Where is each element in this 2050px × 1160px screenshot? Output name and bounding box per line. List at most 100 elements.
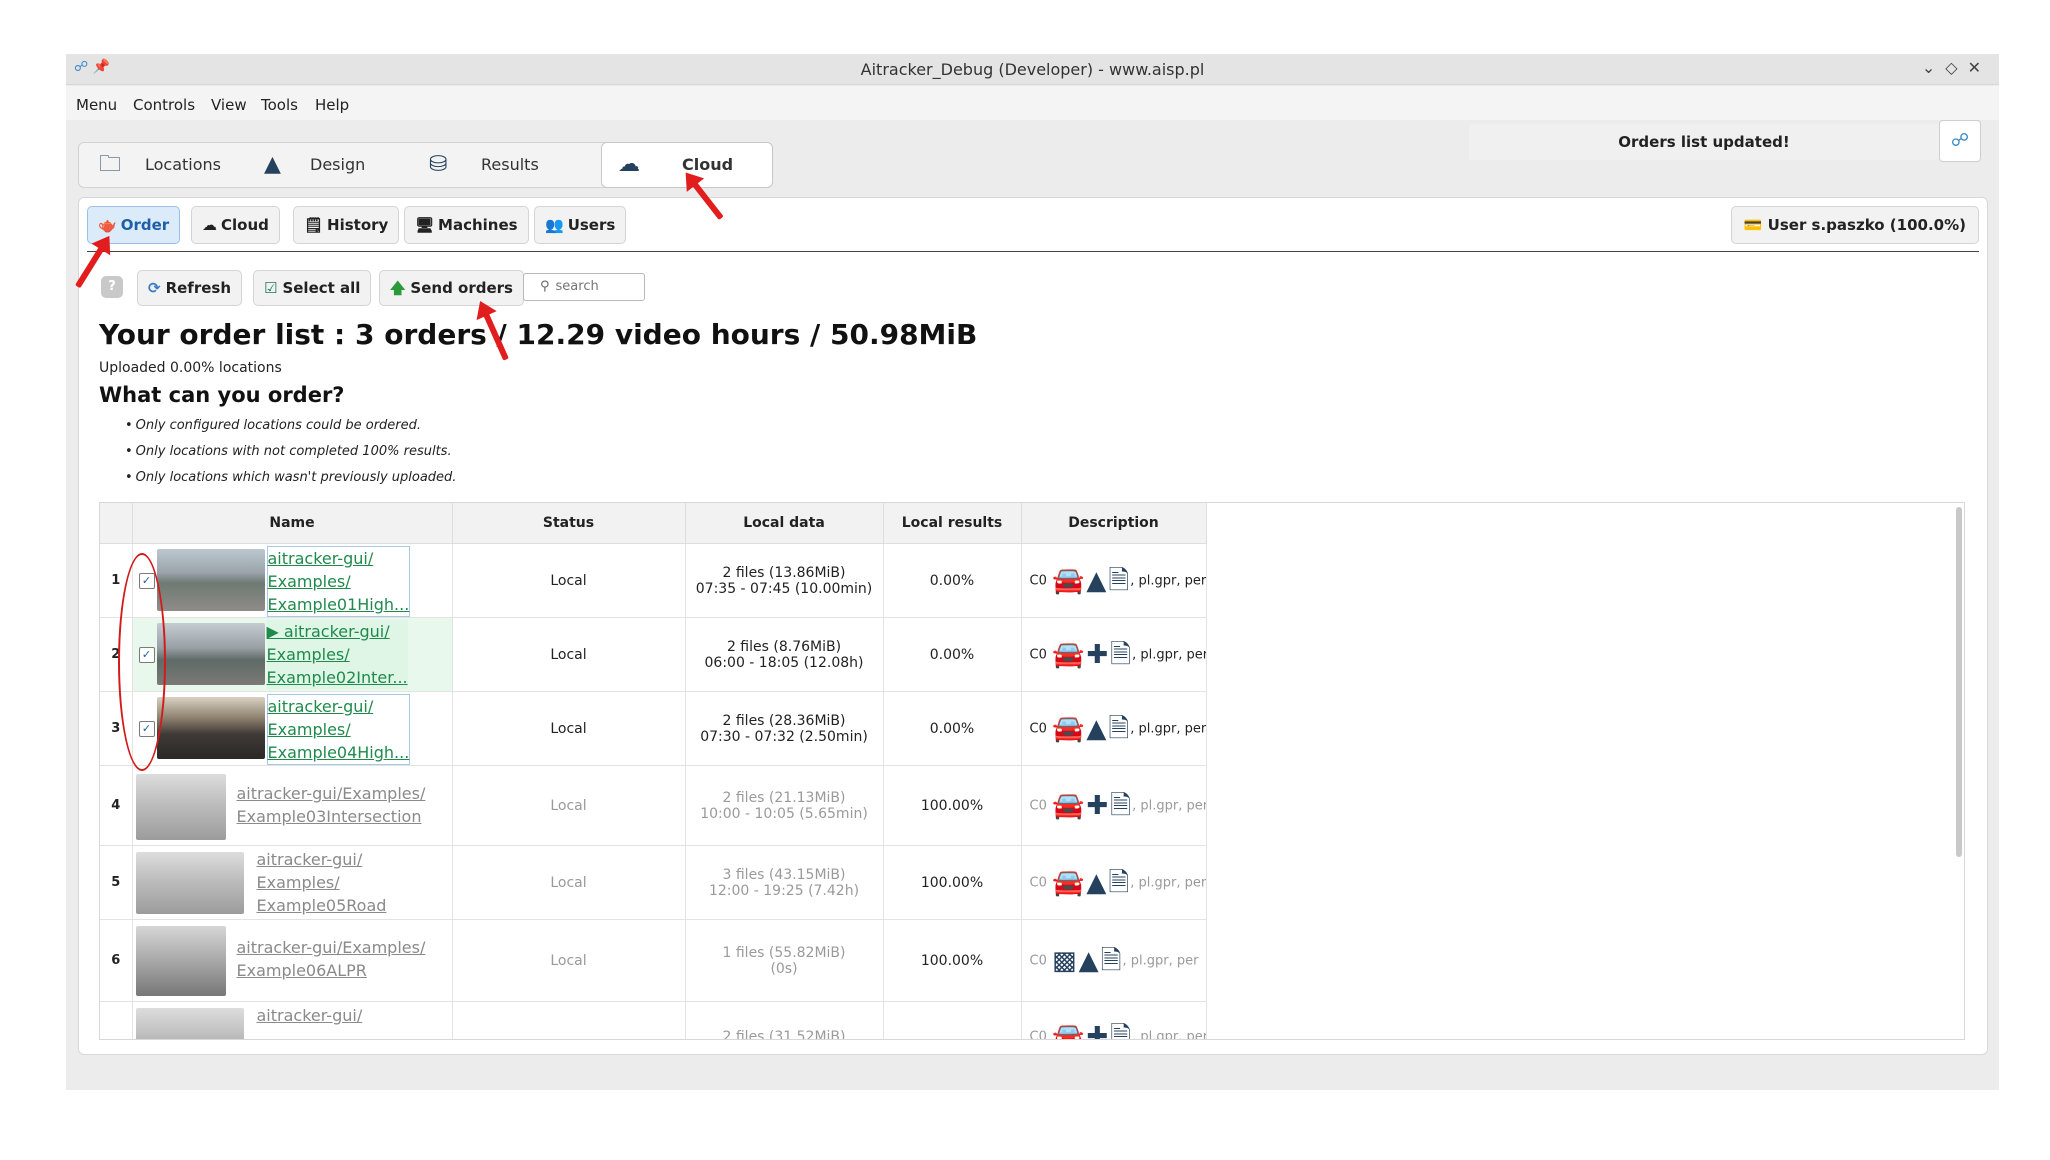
- location-link[interactable]: aitracker-gui/ Examples/ Example01High..…: [266, 546, 411, 617]
- location-name-cell: ✓ ▶ aitracker-gui/ Examples/ Example02In…: [132, 617, 453, 692]
- subtab-history[interactable]: 🗒 History: [293, 206, 400, 244]
- search-icon: ⚲: [540, 279, 550, 294]
- video-thumbnail: [156, 549, 265, 611]
- menu-item-help[interactable]: Help: [315, 96, 349, 114]
- rule-item: Only locations which wasn't previously u…: [125, 470, 457, 496]
- location-name-cell: aitracker-gui/Examples/ Example03Interse…: [132, 765, 453, 846]
- annotation-ellipse: [118, 553, 166, 771]
- video-thumbnail: [156, 623, 265, 685]
- location-link[interactable]: aitracker-gui/: [257, 1004, 363, 1027]
- table-row[interactable]: 5 aitracker-gui/ Examples/ Example05Road…: [100, 845, 1207, 920]
- table-row[interactable]: aitracker-gui/ 2 files (31.52MiB) C0 🚘✚🗎…: [100, 1001, 1207, 1040]
- send-orders-button[interactable]: 🡅 Send orders: [379, 270, 524, 306]
- row-number: [100, 1001, 133, 1039]
- road-icon: ▲: [1078, 945, 1099, 976]
- alpr-plate-icon: ▩: [1052, 945, 1077, 976]
- help-button[interactable]: ?: [101, 276, 123, 298]
- history-icon: 🗒: [304, 216, 324, 234]
- status-cell: Local: [452, 617, 686, 692]
- description-cell: C0 🚘✚🗎, pl.gpr, per file: [1021, 1001, 1207, 1040]
- menu-item-view[interactable]: View: [211, 96, 247, 114]
- table-header: Name Status Local data Local results Des…: [100, 503, 1207, 544]
- col-header-description[interactable]: Description: [1021, 503, 1207, 544]
- car-counter-icon: 🚘: [1052, 1021, 1085, 1040]
- status-cell: [452, 1001, 686, 1039]
- rule-item: Only configured locations could be order…: [125, 418, 456, 444]
- local-results-cell: 0.00%: [883, 691, 1022, 766]
- location-name-cell: aitracker-gui/Examples/ Example06ALPR: [132, 919, 453, 1002]
- section-heading: What can you order?: [99, 383, 345, 407]
- menu-bar: Menu Controls View Tools Help Orders lis…: [66, 86, 1999, 162]
- rule-item: Only locations with not completed 100% r…: [125, 444, 456, 470]
- subtab-machines[interactable]: 🖥 Machines: [404, 206, 529, 244]
- row-number: 4: [100, 765, 133, 846]
- status-cell: Local: [452, 845, 686, 920]
- col-header-local-results[interactable]: Local results: [883, 503, 1022, 544]
- col-header-name[interactable]: Name: [132, 503, 453, 544]
- refresh-button[interactable]: ⟳ Refresh: [137, 270, 243, 306]
- local-data-cell: 2 files (31.52MiB): [685, 1001, 884, 1039]
- local-results-cell: 100.00%: [883, 765, 1022, 846]
- location-link[interactable]: aitracker-gui/ Examples/ Example05Road: [257, 848, 387, 917]
- local-data-cell: 2 files (21.13MiB) 10:00 - 10:05 (5.65min…: [685, 765, 884, 846]
- menu-item-menu[interactable]: Menu: [76, 96, 117, 114]
- tab-results[interactable]: ⛁ Results: [419, 143, 579, 187]
- location-name-cell: aitracker-gui/: [132, 1001, 453, 1039]
- document-icon: 🗎: [1108, 713, 1130, 744]
- local-results-cell: 0.00%: [883, 617, 1022, 692]
- cloud-panel: 🫖 Order ☁ Cloud 🗒 History 🖥 Machines 👥 Users …: [78, 197, 1988, 1055]
- table-scrollbar[interactable]: [1956, 507, 1962, 857]
- menu-item-controls[interactable]: Controls: [133, 96, 195, 114]
- rules-list: Only configured locations could be order…: [125, 418, 457, 496]
- location-link[interactable]: aitracker-gui/Examples/ Example03Interse…: [237, 782, 426, 828]
- local-data-cell: 2 files (28.36MiB) 07:30 - 07:32 (2.50min…: [685, 691, 884, 766]
- car-counter-icon: 🚘: [1052, 713, 1085, 744]
- tab-locations[interactable]: 🗀 Locations: [79, 143, 249, 187]
- document-icon: 🗎: [1110, 1021, 1132, 1040]
- user-card-icon: 💳: [1743, 216, 1768, 234]
- description-cell: C0 🚘▲🗎, pl.gpr, per fi: [1021, 543, 1207, 618]
- road-icon: ▲: [1086, 565, 1107, 596]
- search-box[interactable]: ⚲: [523, 273, 645, 301]
- subtab-cloud[interactable]: ☁ Cloud: [191, 206, 280, 244]
- local-data-cell: 3 files (43.15MiB) 12:00 - 19:25 (7.42h): [685, 845, 884, 920]
- page-title: Your order list : 3 orders / 12.29 video…: [99, 318, 978, 351]
- video-thumbnail: [135, 852, 244, 914]
- network-icon[interactable]: ☍: [1939, 120, 1981, 162]
- col-header-local-data[interactable]: Local data: [685, 503, 884, 544]
- video-thumbnail: [135, 1008, 244, 1039]
- user-button[interactable]: 💳 User s.paszko (100.0%): [1730, 206, 1979, 244]
- app-window: ☍ 📌 Aitracker_Debug (Developer) - www.ai…: [66, 54, 1999, 1090]
- table-row[interactable]: 2 ✓ ▶ aitracker-gui/ Examples/ Example02…: [100, 617, 1207, 692]
- road-icon: ▲: [1086, 867, 1107, 898]
- video-thumbnail: [135, 926, 226, 996]
- video-thumbnail: [156, 697, 265, 759]
- orders-table: Name Status Local data Local results Des…: [99, 502, 1965, 1040]
- col-header-status[interactable]: Status: [452, 503, 686, 544]
- uploaded-status: Uploaded 0.00% locations: [99, 360, 282, 376]
- intersection-icon: ✚: [1086, 1021, 1109, 1040]
- table-row[interactable]: 4 aitracker-gui/Examples/ Example03Inter…: [100, 765, 1207, 846]
- title-bar: ☍ 📌 Aitracker_Debug (Developer) - www.ai…: [66, 54, 1999, 85]
- subtab-users[interactable]: 👥 Users: [534, 206, 627, 244]
- location-link[interactable]: aitracker-gui/ Examples/ Example04High..…: [266, 694, 411, 765]
- refresh-icon: ⟳: [148, 279, 161, 297]
- status-cell: Local: [452, 691, 686, 766]
- table-row[interactable]: 6 aitracker-gui/Examples/ Example06ALPR …: [100, 919, 1207, 1002]
- window-title: Aitracker_Debug (Developer) - www.aisp.p…: [860, 60, 1205, 79]
- menu-item-tools[interactable]: Tools: [261, 96, 298, 114]
- table-row[interactable]: 3 ✓ aitracker-gui/ Examples/ Example04Hi…: [100, 691, 1207, 766]
- video-thumbnail: [135, 774, 226, 840]
- tab-design[interactable]: ▲ Design: [254, 143, 404, 187]
- local-results-cell: 0.00%: [883, 543, 1022, 618]
- window-controls[interactable]: ⌄◇✕: [1922, 58, 1991, 77]
- car-counter-icon: 🚘: [1052, 639, 1085, 670]
- search-input[interactable]: [553, 278, 640, 295]
- location-link[interactable]: ▶ aitracker-gui/ Examples/ Example02Inte…: [266, 620, 408, 689]
- select-all-button[interactable]: ☑ Select all: [253, 270, 372, 306]
- status-cell: Local: [452, 765, 686, 846]
- location-link[interactable]: aitracker-gui/Examples/ Example06ALPR: [237, 936, 426, 982]
- folder-icon: 🗀: [99, 152, 122, 177]
- table-row[interactable]: 1 ✓ aitracker-gui/ Examples/ Example01Hi…: [100, 543, 1207, 618]
- intersection-icon: ✚: [1086, 790, 1109, 821]
